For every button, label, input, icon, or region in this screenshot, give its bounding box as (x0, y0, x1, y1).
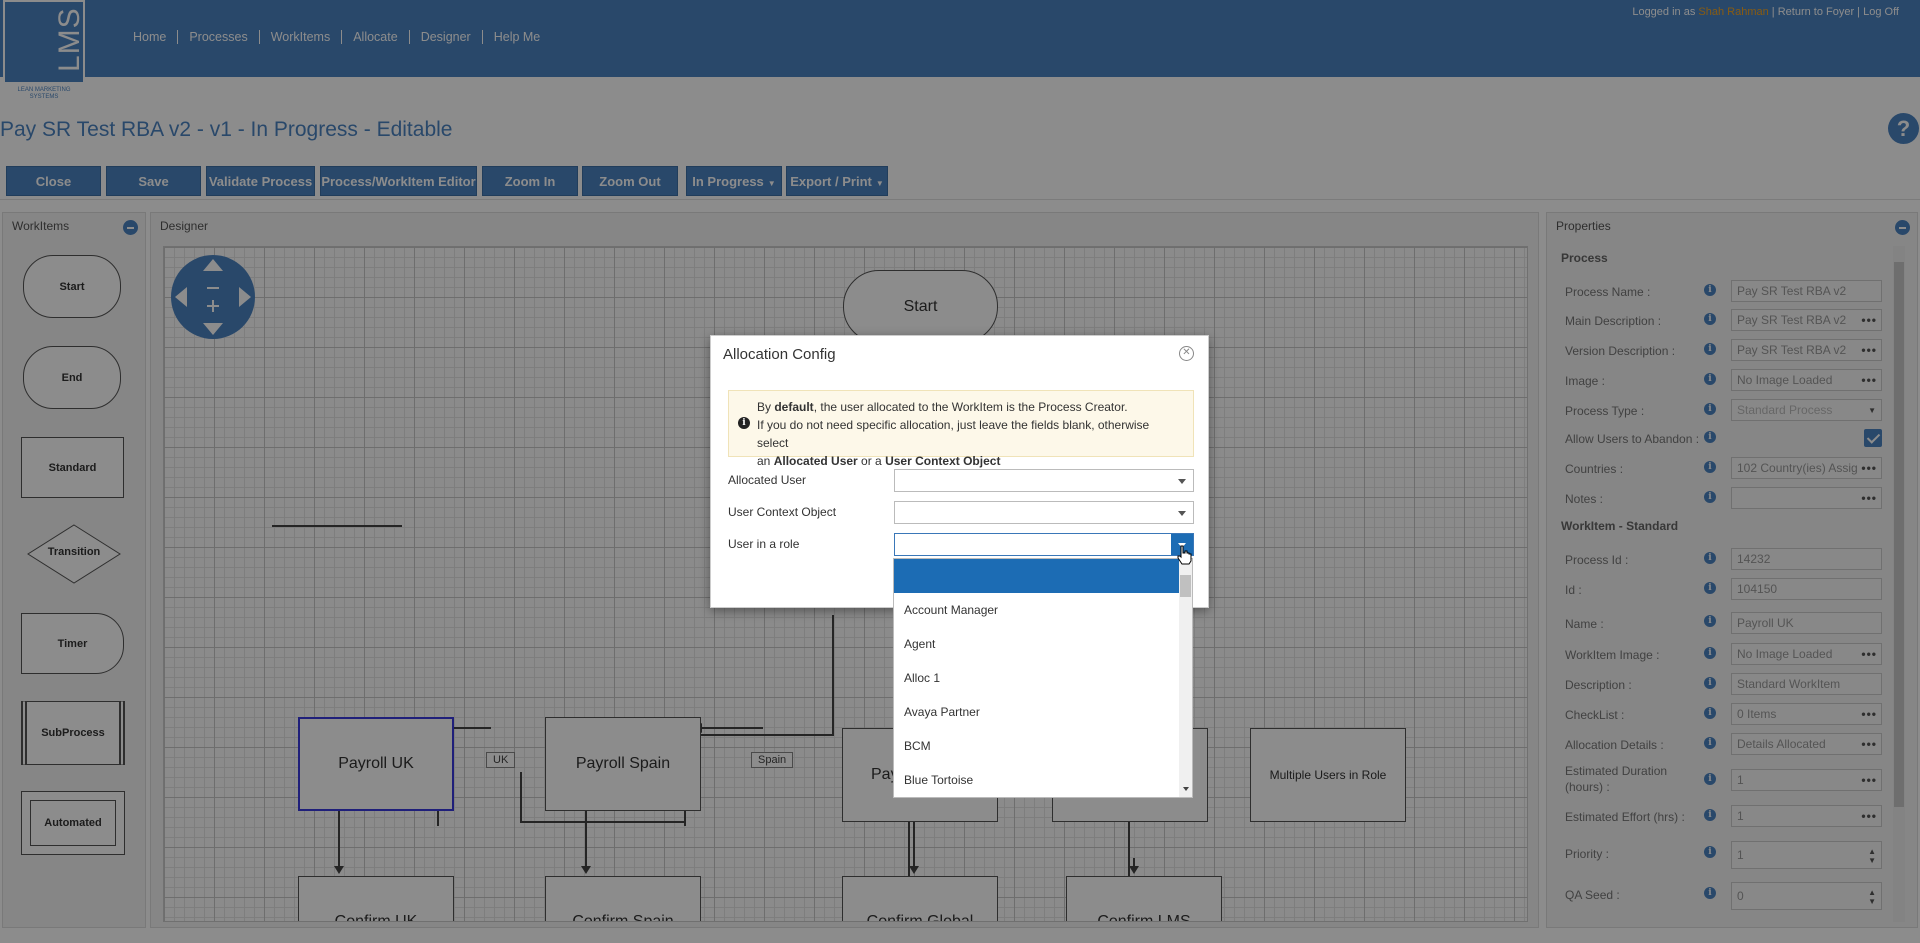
role-option-blank[interactable] (894, 559, 1181, 593)
chevron-down-icon (1171, 470, 1193, 491)
role-option-bcm[interactable]: BCM (894, 729, 1181, 763)
notice-text: an (757, 454, 774, 468)
allocated-user-label: Allocated User (728, 473, 807, 487)
notice-text: , the user allocated to the WorkItem is … (813, 400, 1128, 414)
scroll-down-arrow-icon[interactable] (1183, 787, 1189, 791)
notice-bold: default (774, 400, 814, 414)
user-context-object-label: User Context Object (728, 505, 837, 519)
role-option-agent[interactable]: Agent (894, 627, 1181, 661)
allocated-user-select[interactable] (894, 469, 1194, 492)
user-context-object-select[interactable] (894, 501, 1194, 524)
role-option-alloc-1[interactable]: Alloc 1 (894, 661, 1181, 695)
hand-cursor-icon (1177, 545, 1192, 565)
role-option-account-manager[interactable]: Account Manager (894, 593, 1181, 627)
notice-line-3: an Allocated User or a User Context Obje… (757, 452, 1183, 470)
notice-bold: User Context Object (885, 454, 1001, 468)
notice-line-2: If you do not need specific allocation, … (757, 418, 1150, 450)
chevron-down-icon (1171, 502, 1193, 523)
notice-line-1: By default, the user allocated to the Wo… (757, 398, 1183, 416)
user-in-role-select[interactable] (894, 533, 1194, 556)
notice-text: By (757, 400, 775, 414)
close-icon[interactable]: ✕ (1179, 346, 1194, 361)
dropdown-scroll-thumb[interactable] (1180, 575, 1191, 597)
notice-bold: Allocated User (773, 454, 858, 468)
role-option-blue-tortoise[interactable]: Blue Tortoise (894, 763, 1181, 797)
info-icon: i (738, 417, 750, 429)
role-option-avaya-partner[interactable]: Avaya Partner (894, 695, 1181, 729)
user-in-role-label: User in a role (728, 537, 800, 551)
dialog-title: Allocation Config (723, 346, 836, 363)
role-dropdown-list[interactable]: Account Manager Agent Alloc 1 Avaya Part… (893, 558, 1193, 798)
notice-text: or a (857, 454, 886, 468)
allocation-notice: i By default, the user allocated to the … (728, 390, 1194, 468)
